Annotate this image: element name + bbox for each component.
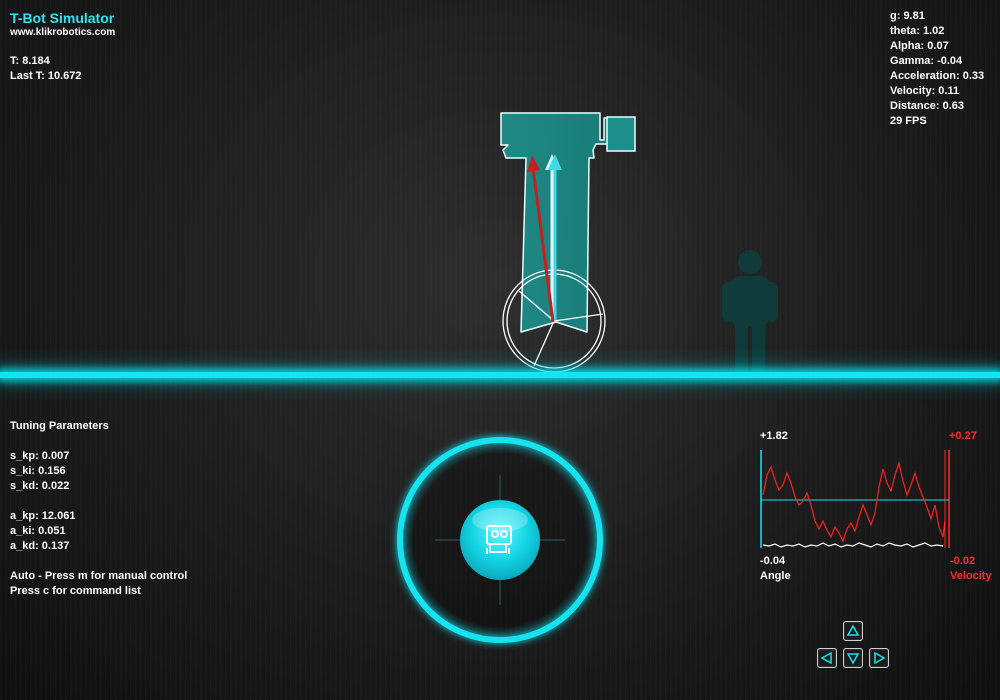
mode-status: Auto - Press m for manual control (10, 570, 188, 582)
velocity-min-label: -0.02 (950, 555, 976, 567)
angle-velocity-graph (760, 450, 950, 548)
simulation-view (500, 112, 778, 373)
param-s-kp: s_kp: 0.007 (10, 450, 70, 462)
tuning-title: Tuning Parameters (10, 420, 109, 432)
arrow-up-icon (846, 624, 860, 636)
pid-parameters: s_kp: 0.007 s_ki: 0.156 s_kd: 0.022 a_kp… (10, 449, 75, 554)
velocity-legend: Velocity (950, 570, 992, 582)
robot-body (500, 112, 636, 333)
angle-trace (762, 542, 944, 548)
arrow-down-button[interactable] (843, 648, 863, 668)
human-silhouette (722, 250, 778, 372)
angle-legend: Angle (760, 570, 791, 582)
param-a-kd: a_kd: 0.137 (10, 540, 70, 552)
velocity-trace (762, 460, 946, 543)
param-a-kp: a_kp: 12.061 (10, 510, 76, 522)
arrow-right-icon (874, 651, 886, 665)
angle-min-label: -0.04 (760, 555, 786, 567)
param-s-kd: s_kd: 0.022 (10, 480, 70, 492)
ground-line (0, 372, 1000, 378)
arrow-left-icon (820, 651, 832, 665)
arrow-right-button[interactable] (869, 648, 889, 668)
joystick[interactable] (390, 430, 610, 650)
arrow-up-button[interactable] (843, 621, 863, 641)
angle-max-label: +1.82 (760, 430, 788, 442)
command-hint: Press c for command list (10, 585, 141, 597)
control-mode: Auto - Press m for manual control Press … (10, 569, 187, 599)
param-a-ki: a_ki: 0.051 (10, 525, 66, 537)
arrow-left-button[interactable] (817, 648, 837, 668)
arrow-down-icon (846, 653, 860, 665)
velocity-max-label: +0.27 (949, 430, 977, 442)
param-s-ki: s_ki: 0.156 (10, 465, 66, 477)
